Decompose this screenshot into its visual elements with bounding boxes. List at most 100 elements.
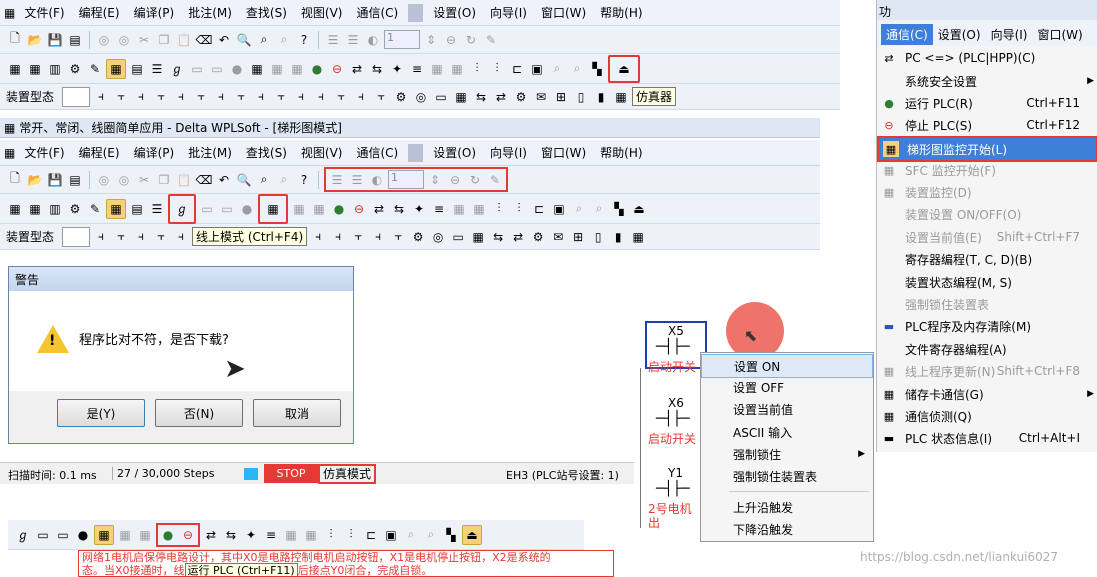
instruction-icon[interactable]: ▥	[46, 200, 64, 218]
gear-icon[interactable]: ⚙	[529, 228, 547, 246]
help-icon[interactable]: ?	[295, 171, 313, 189]
menu-search[interactable]: 查找(S)	[239, 144, 294, 161]
ladder-icon[interactable]: ▦	[6, 200, 24, 218]
comm-item-plc-status[interactable]: ▬ PLC 状态信息(I) Ctrl+Alt+I	[877, 427, 1097, 449]
contact-nc-icon[interactable]: ⫟	[112, 228, 130, 246]
comm-item-online-update[interactable]: ▦ 线上程序更新(N) Shift+Ctrl+F8	[877, 360, 1097, 382]
table-icon[interactable]: ▤	[128, 60, 146, 78]
battery-icon[interactable]: ▯	[589, 228, 607, 246]
comm-item-memory-clear[interactable]: ▬ PLC程序及内存清除(M)	[877, 315, 1097, 337]
menu-edit[interactable]: 编程(E)	[72, 4, 127, 21]
comm-item-file-register[interactable]: 文件寄存器编程(A)	[877, 338, 1097, 360]
save-icon[interactable]: 💾	[46, 31, 64, 49]
menu-comment[interactable]: 批注(M)	[181, 144, 239, 161]
np-icon[interactable]: ⫞	[329, 228, 347, 246]
menu-settings[interactable]: 设置(O)	[426, 4, 483, 21]
menu-comm[interactable]: 通信(C)	[349, 144, 405, 161]
f5-icon[interactable]: ⫞	[172, 228, 190, 246]
zoom-out-icon[interactable]: ⌕	[568, 60, 586, 78]
stop-icon[interactable]: ⊖	[179, 526, 197, 544]
menu-window[interactable]: 窗口(W)	[534, 144, 593, 161]
device-monitor-icon[interactable]: ▦	[288, 60, 306, 78]
comm-item-device-monitor[interactable]: ▦ 装置监控(D)	[877, 181, 1097, 203]
table-icon[interactable]: ▤	[128, 200, 146, 218]
f9-icon[interactable]: ⫞	[252, 88, 270, 106]
chart-icon[interactable]: ▚	[588, 60, 606, 78]
menu-compile[interactable]: 编译(P)	[127, 4, 182, 21]
simulator-icon[interactable]: ⏏	[462, 524, 482, 545]
menu-comm[interactable]: 通信(C)	[349, 4, 405, 21]
sfc-monitor-icon[interactable]: ▦	[116, 526, 134, 544]
zoom-in-icon[interactable]: ⌕	[402, 526, 420, 544]
comm-item-detect[interactable]: ▦ 通信侦测(Q)	[877, 405, 1097, 427]
code-icon[interactable]: ≡	[430, 200, 448, 218]
bulb-icon[interactable]: ●	[228, 60, 246, 78]
mail-icon[interactable]: ✉	[532, 88, 550, 106]
monitor2-icon[interactable]: ▭	[208, 60, 226, 78]
refresh-icon[interactable]: ↻	[466, 171, 484, 189]
ladder-mode-icon[interactable]: ▦	[106, 58, 126, 79]
gear-icon[interactable]: ⚙	[512, 88, 530, 106]
step-icon[interactable]: ☰	[328, 171, 346, 189]
zoom-icon[interactable]: 🔍	[235, 31, 253, 49]
minus-icon[interactable]: ⊖	[446, 171, 464, 189]
yes-button[interactable]: 是(Y)	[57, 399, 145, 427]
no-button[interactable]: 否(N)	[155, 399, 243, 427]
print-icon[interactable]: ▤	[66, 171, 84, 189]
branch3-icon[interactable]: ⊏	[362, 526, 380, 544]
branch3-icon[interactable]: ⊏	[508, 60, 526, 78]
stop-icon[interactable]: ⊖	[350, 200, 368, 218]
menu-settings[interactable]: 设置(O)	[426, 144, 483, 161]
step2-icon[interactable]: ☰	[344, 31, 362, 49]
step3-icon[interactable]: ◐	[368, 171, 386, 189]
context-set-value[interactable]: 设置当前值	[701, 398, 873, 420]
disc-icon[interactable]: ◎	[95, 31, 113, 49]
disc2-icon[interactable]: ◎	[115, 171, 133, 189]
node-icon[interactable]: ⚙	[409, 228, 427, 246]
run-icon[interactable]: ●	[308, 60, 326, 78]
help-icon[interactable]: ?	[295, 31, 313, 49]
menu-edit[interactable]: 编程(E)	[72, 144, 127, 161]
device-type-select[interactable]	[62, 226, 91, 247]
step3-icon[interactable]: ◐	[364, 31, 382, 49]
spin-icon[interactable]: ⇕	[426, 171, 444, 189]
pid-icon[interactable]: ▭	[449, 228, 467, 246]
zoom-out-icon[interactable]: ⌕	[422, 526, 440, 544]
comm-item-stop[interactable]: ⊖ 停止 PLC(S) Ctrl+F12	[877, 114, 1097, 136]
mail-icon[interactable]: ✉	[549, 228, 567, 246]
sw-icon[interactable]: ⫟	[389, 228, 407, 246]
menu-wizard[interactable]: 向导(I)	[483, 144, 534, 161]
grid-icon[interactable]: ▦	[282, 526, 300, 544]
pen-icon[interactable]: ✎	[482, 31, 500, 49]
list-icon[interactable]: ☰	[148, 60, 166, 78]
f3-icon[interactable]: ⫞	[132, 88, 150, 106]
menu-help[interactable]: 帮助(H)	[593, 4, 649, 21]
f4-icon[interactable]: ⫟	[152, 88, 170, 106]
monitor2-icon[interactable]: ▭	[54, 526, 72, 544]
context-ascii-input[interactable]: ASCII 输入	[701, 421, 873, 443]
panel-icon[interactable]: ▣	[382, 526, 400, 544]
menu-file[interactable]: 文件(F)	[17, 144, 71, 161]
transfer2-icon[interactable]: ⇆	[390, 200, 408, 218]
find-next-icon[interactable]: ⌕	[275, 171, 293, 189]
new-file-icon[interactable]: 🗋	[6, 171, 24, 189]
branch-icon[interactable]: ⫶	[490, 200, 508, 218]
menu-file[interactable]: 文件(F)	[17, 4, 71, 21]
cd-icon[interactable]: ⫞	[352, 88, 370, 106]
run-icon[interactable]: ●	[330, 200, 348, 218]
f5-icon[interactable]: ⫞	[172, 88, 190, 106]
step2-icon[interactable]: ☰	[348, 171, 366, 189]
comm-item-pc-plc[interactable]: ⇄ PC <=> (PLC|HPP)(C)	[877, 47, 1097, 69]
sim-icon[interactable]: ▦	[629, 228, 647, 246]
sim-icon[interactable]: ▦	[612, 88, 630, 106]
sfc-monitor-icon[interactable]: ▦	[290, 200, 308, 218]
monitor-icon[interactable]: ▭	[188, 60, 206, 78]
f12-icon[interactable]: ⫞	[309, 228, 327, 246]
timer-icon[interactable]: ◎	[412, 88, 430, 106]
code-icon[interactable]: ≡	[408, 60, 426, 78]
find-icon[interactable]: ⌕	[255, 31, 273, 49]
flow-icon[interactable]: ⇆	[472, 88, 490, 106]
monitor2-icon[interactable]: ▭	[218, 200, 236, 218]
stop-icon[interactable]: ⊖	[328, 60, 346, 78]
f8-icon[interactable]: ⫟	[232, 88, 250, 106]
